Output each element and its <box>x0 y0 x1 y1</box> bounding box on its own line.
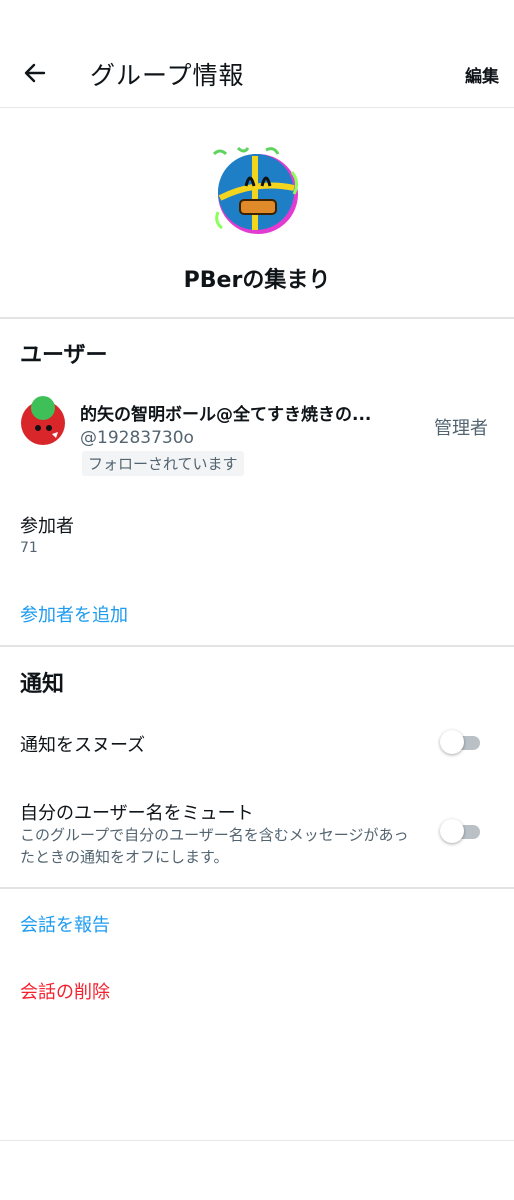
add-participants-link[interactable]: 参加者を追加 <box>20 601 128 627</box>
page-title: グループ情報 <box>90 61 245 90</box>
mute-username-label: 自分のユーザー名をミュート <box>20 803 254 824</box>
top-app-bar: グループ情報 編集 <box>0 0 514 108</box>
delete-conversation-link[interactable]: 会話の削除 <box>20 978 110 1004</box>
group-name: PBerの集まり <box>183 268 331 293</box>
avatar[interactable] <box>18 396 68 446</box>
mute-username-description: このグループで自分のユーザー名を含むメッセージがあったときの通知をオフにします。 <box>20 826 409 866</box>
admin-user-name[interactable]: 的矢の智明ボール@全てすき焼きの... <box>80 400 412 425</box>
divider <box>0 317 514 319</box>
participants-label[interactable]: 参加者 <box>20 512 74 538</box>
back-button[interactable] <box>20 58 50 88</box>
bottom-divider <box>0 1140 514 1141</box>
group-avatar-image <box>212 146 299 234</box>
divider <box>0 645 514 647</box>
follows-you-badge: フォローされています <box>82 451 244 476</box>
snooze-notifications-toggle[interactable] <box>440 730 480 754</box>
group-avatar[interactable] <box>208 142 304 238</box>
user-avatar-image <box>18 396 68 446</box>
notifications-section-title: 通知 <box>20 672 65 697</box>
mute-username-toggle[interactable] <box>440 819 480 843</box>
edit-button[interactable]: 編集 <box>465 62 499 87</box>
snooze-notifications-label: 通知をスヌーズ <box>20 735 146 756</box>
arrow-left-icon <box>24 63 46 83</box>
admin-role-label: 管理者 <box>434 418 488 439</box>
divider <box>0 887 514 889</box>
participants-count: 71 <box>20 540 38 556</box>
toggle-knob <box>440 730 464 754</box>
report-conversation-link[interactable]: 会話を報告 <box>20 911 110 937</box>
admin-user-handle: @19283730o <box>80 428 194 448</box>
users-section-title: ユーザー <box>20 343 108 368</box>
toggle-knob <box>440 819 464 843</box>
